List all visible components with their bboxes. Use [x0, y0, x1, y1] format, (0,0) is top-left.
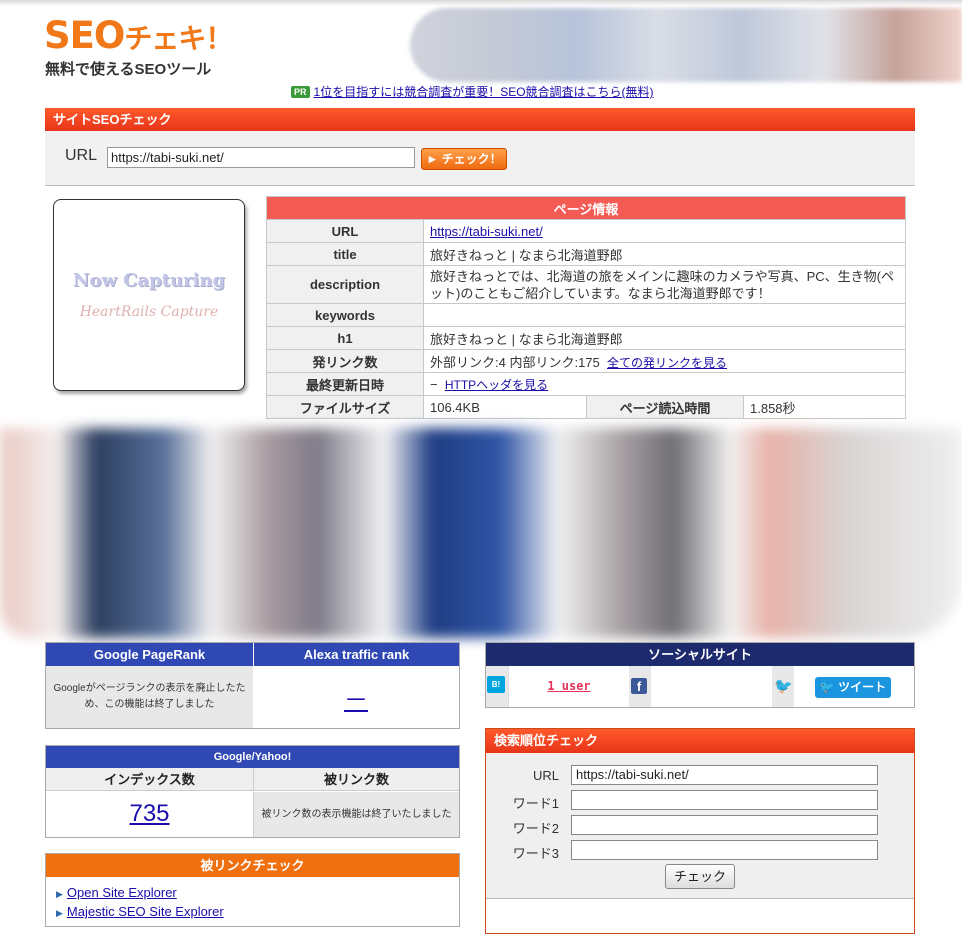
majestic-seo-link[interactable]: Majestic SEO Site Explorer	[67, 904, 224, 919]
loadtime-value: 1.858秒	[743, 395, 906, 419]
tweet-button[interactable]: 🐦 ツイート	[815, 677, 891, 698]
twitter-bird-icon: 🐦	[774, 678, 793, 695]
google-yahoo-panel: Google/Yahoo! インデックス数 被リンク数 735 被リンク数の表示…	[45, 745, 460, 838]
list-item: ▶ Majestic SEO Site Explorer	[56, 904, 224, 919]
now-capturing-text: Now Capturing	[72, 270, 226, 291]
twitter-icon: 🐦	[819, 680, 839, 694]
backlink-check-title: 被リンクチェック	[46, 854, 459, 877]
search-rank-check-panel: 検索順位チェック URL https://tabi-suki.net/ ワード1…	[485, 728, 915, 934]
description-value: 旅好きねっとでは、北海道の旅をメインに趣味のカメラや写真、PC、生き物(ペット)…	[423, 265, 906, 304]
url-label: URL	[65, 147, 98, 164]
hatena-bookmark-icon: B!	[487, 676, 505, 693]
table-row: ファイルサイズ 106.4KB ページ読込時間 1.858秒	[266, 395, 906, 419]
backlink-message: 被リンク数の表示機能は終了いたしました	[253, 792, 459, 837]
ad-banner[interactable]	[0, 428, 962, 638]
index-count-cell: 735	[46, 792, 253, 837]
rc-url-label: URL	[532, 768, 559, 783]
url-value-cell: https://tabi-suki.net/	[423, 219, 906, 243]
tweet-button-label: ツイート	[838, 680, 887, 694]
links-value: 外部リンク:4 内部リンク:175	[430, 354, 600, 370]
url-value-link[interactable]: https://tabi-suki.net/	[430, 224, 543, 239]
rc-word3-label: ワード3	[512, 846, 559, 861]
facebook-icon: f	[631, 678, 647, 694]
loadtime-label: ページ読込時間	[586, 395, 744, 419]
updated-label: 最終更新日時	[266, 372, 424, 396]
search-rank-check-form: URL https://tabi-suki.net/ ワード1 ワード2 ワード…	[486, 753, 914, 899]
table-row: 最終更新日時 − HTTPヘッダを見る	[266, 372, 906, 396]
index-count-label: インデックス数	[46, 768, 253, 791]
updated-value-cell: − HTTPヘッダを見る	[423, 372, 906, 396]
tweet-cell: 🐦 ツイート	[795, 666, 914, 707]
h1-label: h1	[266, 326, 424, 350]
rc-word1-label: ワード1	[512, 796, 559, 811]
pr-line: PR 1位を目指すには競合調査が重要！SEO競合調査はこちら(無料)	[291, 83, 654, 100]
table-row: 発リンク数 外部リンク:4 内部リンク:175 全ての発リンクを見る	[266, 349, 906, 373]
page-info-table: ページ情報 URL https://tabi-suki.net/ title 旅好き…	[266, 196, 906, 419]
google-yahoo-title: Google/Yahoo!	[46, 746, 459, 768]
index-count-link[interactable]: 735	[129, 800, 169, 827]
rank-check-button[interactable]: チェック	[665, 864, 735, 889]
check-button[interactable]: ► チェック！	[421, 148, 507, 170]
list-item: ▶ Open Site Explorer	[56, 885, 177, 900]
keywords-label: keywords	[266, 303, 424, 327]
heartrails-capture-text: HeartRails Capture	[79, 304, 219, 320]
h1-value: 旅好きねっと | なまら北海道野郎	[423, 326, 906, 350]
top-border	[0, 0, 962, 6]
hatena-icon-cell: B!	[486, 666, 508, 707]
tagline: 無料で使えるSEOツール	[45, 61, 212, 78]
arrow-icon: ▶	[56, 889, 63, 899]
arrow-icon: ▶	[56, 908, 63, 918]
url-label: URL	[266, 219, 424, 243]
facebook-like-cell[interactable]	[651, 666, 771, 707]
title-label: title	[266, 242, 424, 266]
alexa-value-link[interactable]: －	[344, 687, 368, 714]
table-row: URL https://tabi-suki.net/	[266, 219, 906, 243]
open-site-explorer-link[interactable]: Open Site Explorer	[67, 885, 177, 900]
site-seo-check-panel: サイトSEOチェック URL https://tabi-suki.net/ ► …	[45, 108, 915, 186]
table-row: keywords	[266, 303, 906, 327]
page-info-title: ページ情報	[266, 196, 906, 220]
links-label: 発リンク数	[266, 349, 424, 373]
pagerank-title: Google PageRank	[46, 643, 253, 666]
table-row: h1 旅好きねっと | なまら北海道野郎	[266, 326, 906, 350]
title-value: 旅好きねっと | なまら北海道野郎	[423, 242, 906, 266]
filesize-label: ファイルサイズ	[266, 395, 424, 419]
http-header-link[interactable]: HTTPヘッダを見る	[445, 378, 548, 392]
pagerank-message: Googleがページランクの表示を廃止したため、この機能は終了しました	[46, 666, 253, 728]
twitter-icon-cell: 🐦	[772, 666, 794, 707]
all-links-link[interactable]: 全ての発リンクを見る	[607, 356, 727, 370]
links-value-cell: 外部リンク:4 内部リンク:175 全ての発リンクを見る	[423, 349, 906, 373]
rc-word2-input[interactable]	[571, 815, 878, 835]
url-input[interactable]: https://tabi-suki.net/	[107, 147, 415, 168]
hatena-count-link[interactable]: 1 user	[509, 679, 629, 693]
site-thumbnail: Now Capturing HeartRails Capture	[53, 199, 245, 391]
table-row: title 旅好きねっと | なまら北海道野郎	[266, 242, 906, 266]
hatena-count-cell: 1 user	[508, 666, 628, 707]
backlink-count-label: 被リンク数	[253, 768, 459, 791]
pr-link[interactable]: 1位を目指すには競合調査が重要！SEO競合調査はこちら(無料)	[314, 85, 654, 99]
logo-seo-text: SEO	[44, 14, 125, 57]
pr-badge: PR	[291, 86, 310, 98]
rc-word3-input[interactable]	[571, 840, 878, 860]
rc-url-input[interactable]: https://tabi-suki.net/	[571, 765, 878, 785]
header-ad-banner[interactable]	[410, 8, 962, 82]
logo-rest-text: チェキ！	[124, 22, 233, 55]
description-label: description	[266, 265, 424, 304]
updated-value: −	[430, 376, 438, 392]
keywords-value	[423, 303, 906, 327]
logo[interactable]: SEOチェキ！	[44, 14, 233, 59]
rank-panel: Google PageRank Alexa traffic rank Googl…	[45, 642, 460, 729]
rc-word1-input[interactable]	[571, 790, 878, 810]
rc-word2-label: ワード2	[512, 821, 559, 836]
table-row: description 旅好きねっとでは、北海道の旅をメインに趣味のカメラや写真、…	[266, 265, 906, 304]
search-rank-check-title: 検索順位チェック	[486, 729, 914, 753]
social-title: ソーシャルサイト	[486, 643, 914, 666]
alexa-title: Alexa traffic rank	[253, 643, 459, 666]
backlink-check-panel: 被リンクチェック ▶ Open Site Explorer ▶ Majestic S…	[45, 853, 460, 927]
alexa-value-cell: －	[253, 666, 459, 728]
facebook-icon-cell: f	[629, 666, 651, 707]
social-panel: ソーシャルサイト B! 1 user f 🐦 🐦 ツイート	[485, 642, 915, 708]
filesize-value: 106.4KB	[423, 395, 587, 419]
site-seo-check-title: サイトSEOチェック	[45, 108, 915, 131]
